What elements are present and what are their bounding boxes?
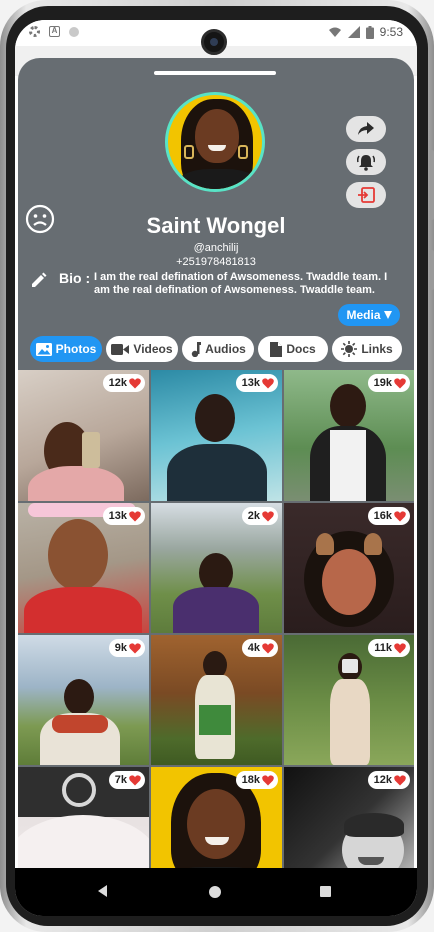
tab-label: Videos xyxy=(133,342,173,356)
front-camera xyxy=(201,29,227,55)
home-icon[interactable] xyxy=(209,886,221,898)
tab-docs[interactable]: Docs xyxy=(258,336,328,362)
bio-text: I am the real defination of Awsomeness. … xyxy=(94,271,388,296)
share-button[interactable] xyxy=(346,116,386,142)
tab-audios[interactable]: Audios xyxy=(182,336,254,362)
likes-count: 13k xyxy=(108,510,127,522)
bio-label: Bio : xyxy=(59,270,91,286)
settings-gear-icon xyxy=(29,26,40,37)
media-button-label: Media xyxy=(346,308,381,322)
battery-icon xyxy=(365,25,374,39)
android-nav-bar xyxy=(15,868,417,916)
photo-tile[interactable]: 11k xyxy=(284,635,414,765)
heart-icon xyxy=(394,510,406,521)
tab-label: Audios xyxy=(205,342,246,356)
tab-links[interactable]: Links xyxy=(332,336,402,362)
image-icon xyxy=(35,342,52,356)
likes-badge: 2k xyxy=(241,507,278,525)
photo-tile[interactable]: 19k xyxy=(284,370,414,501)
likes-badge: 19k xyxy=(367,374,410,392)
tab-label: Links xyxy=(361,342,393,356)
likes-badge: 16k xyxy=(367,507,410,525)
avatar[interactable] xyxy=(165,92,265,192)
photo-tile[interactable]: 4k xyxy=(151,635,282,765)
heart-icon xyxy=(129,642,141,653)
likes-count: 2k xyxy=(247,510,260,522)
wifi-icon xyxy=(328,27,341,37)
edit-pencil-icon[interactable] xyxy=(30,271,48,289)
power-button xyxy=(430,250,434,290)
photo-tile[interactable]: 18k xyxy=(151,767,282,868)
notification-dot-icon xyxy=(69,26,79,37)
heart-icon xyxy=(394,377,406,388)
likes-count: 19k xyxy=(373,377,392,389)
recent-apps-icon[interactable] xyxy=(320,886,331,897)
photo-tile[interactable]: 9k xyxy=(18,635,149,765)
sun-icon xyxy=(341,341,358,357)
logout-icon xyxy=(358,187,375,203)
likes-count: 13k xyxy=(241,377,260,389)
status-time: 9:53 xyxy=(379,25,403,39)
heart-icon xyxy=(262,774,274,785)
sheet-drag-handle[interactable] xyxy=(154,71,276,75)
tab-label: Docs xyxy=(286,342,316,356)
likes-count: 11k xyxy=(374,642,392,654)
heart-icon xyxy=(129,774,141,785)
heart-icon xyxy=(129,510,141,521)
tab-photos[interactable]: Photos xyxy=(30,336,102,362)
video-icon xyxy=(111,343,130,355)
share-icon xyxy=(358,122,374,135)
likes-badge: 12k xyxy=(102,374,145,392)
likes-count: 12k xyxy=(108,377,127,389)
likes-count: 12k xyxy=(373,774,392,786)
photo-tile[interactable]: 12k xyxy=(284,767,414,868)
photo-tile[interactable]: 13k xyxy=(18,503,149,633)
logout-button[interactable] xyxy=(346,182,386,208)
dropdown-triangle-icon xyxy=(383,311,392,319)
likes-badge: 12k xyxy=(367,771,410,789)
likes-badge: 9k xyxy=(108,639,145,657)
likes-badge: 4k xyxy=(241,639,278,657)
tab-videos[interactable]: Videos xyxy=(106,336,178,362)
alarm-bell-icon xyxy=(357,155,375,171)
heart-icon xyxy=(394,774,406,785)
back-icon[interactable] xyxy=(98,885,107,897)
document-icon xyxy=(270,341,283,357)
likes-badge: 7k xyxy=(108,771,145,789)
likes-count: 7k xyxy=(114,774,127,786)
heart-icon xyxy=(262,377,274,388)
likes-badge: 13k xyxy=(102,507,145,525)
profile-handle: @anchilij xyxy=(193,242,239,254)
volume-button xyxy=(430,150,434,220)
screen: A 9:53 Saint Wongel @anchilij +251978481… xyxy=(15,20,417,916)
tab-label: Photos xyxy=(55,342,97,356)
media-dropdown-button[interactable]: Media xyxy=(338,304,400,326)
heart-icon xyxy=(262,510,274,521)
likes-count: 4k xyxy=(247,642,260,654)
signal-icon xyxy=(347,26,360,38)
photo-tile[interactable]: 12k xyxy=(18,370,149,501)
photo-tile[interactable]: 7k xyxy=(18,767,149,868)
photo-tile[interactable]: 16k xyxy=(284,503,414,633)
photo-tile[interactable]: 2k xyxy=(151,503,282,633)
likes-badge: 18k xyxy=(235,771,278,789)
likes-count: 18k xyxy=(241,774,260,786)
heart-icon xyxy=(394,642,406,653)
photo-grid: 12k 13k 19k 13k 2k 16k 9k 4k 11k 7k 18k … xyxy=(18,370,414,868)
likes-badge: 11k xyxy=(368,639,410,657)
heart-icon xyxy=(129,377,141,388)
likes-count: 16k xyxy=(373,510,392,522)
notification-a-icon: A xyxy=(49,26,60,37)
likes-badge: 13k xyxy=(235,374,278,392)
photo-tile[interactable]: 13k xyxy=(151,370,282,501)
profile-bottom-sheet: Saint Wongel @anchilij +251978481813 Bio… xyxy=(18,58,414,868)
music-note-icon xyxy=(191,341,202,357)
alarm-button[interactable] xyxy=(346,149,386,175)
profile-phone: +251978481813 xyxy=(176,256,256,268)
likes-count: 9k xyxy=(114,642,127,654)
heart-icon xyxy=(262,642,274,653)
profile-name: Saint Wongel xyxy=(146,213,286,238)
